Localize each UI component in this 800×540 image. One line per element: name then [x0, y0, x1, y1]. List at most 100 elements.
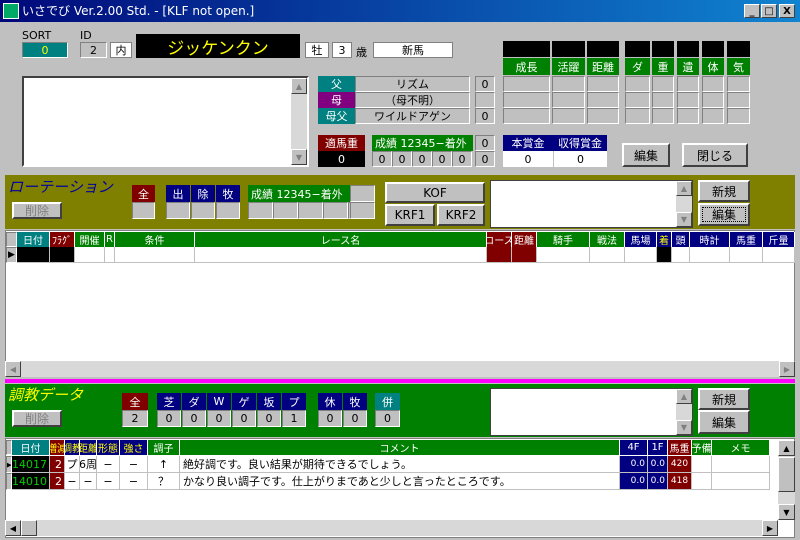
column-header[interactable]: 増減 [50, 440, 65, 455]
column-header[interactable]: 強さ [120, 440, 148, 455]
table-cell[interactable]: 14010 [12, 473, 50, 490]
table-cell[interactable] [537, 247, 590, 263]
training-hscrollbar[interactable]: ◀ ▶ [5, 520, 778, 536]
table-cell[interactable] [657, 247, 672, 263]
table-cell[interactable] [512, 247, 537, 263]
scroll-down-icon[interactable]: ▼ [676, 212, 692, 227]
table-cell[interactable] [712, 456, 770, 473]
table-cell[interactable] [625, 247, 657, 263]
scroll-down-icon[interactable]: ▼ [778, 504, 795, 520]
memo-textarea[interactable]: ▲ ▼ [22, 76, 309, 167]
table-cell[interactable]: − [120, 456, 148, 473]
column-header[interactable]: コース [487, 232, 512, 247]
scroll-left-icon[interactable]: ◀ [5, 361, 21, 377]
table-cell[interactable] [712, 473, 770, 490]
maximize-button[interactable]: □ [761, 4, 777, 18]
scroll-right-icon[interactable]: ▶ [779, 361, 795, 377]
sort-value[interactable]: 0 [22, 42, 68, 58]
table-cell[interactable]: 0.0 [648, 473, 668, 490]
column-header[interactable]: 騎手 [537, 232, 590, 247]
rotation-hscrollbar[interactable]: ◀ ▶ [5, 361, 795, 377]
minimize-button[interactable]: _ [744, 4, 760, 18]
table-cell[interactable]: 2 [50, 456, 65, 473]
table-cell[interactable] [690, 247, 730, 263]
table-cell[interactable] [763, 247, 795, 263]
table-cell[interactable] [115, 247, 195, 263]
column-header[interactable]: 着 [657, 232, 672, 247]
table-cell[interactable] [730, 247, 763, 263]
close-button[interactable]: X [779, 4, 795, 18]
column-header[interactable]: 馬場 [625, 232, 657, 247]
column-header[interactable]: 時計 [690, 232, 730, 247]
table-cell[interactable] [75, 247, 105, 263]
table-cell[interactable]: プ [65, 456, 80, 473]
table-cell[interactable]: かなり良い調子です。仕上がりまであと少しと言ったところです。 [180, 473, 620, 490]
training-all-label[interactable]: 全 [122, 393, 148, 410]
table-cell[interactable] [195, 247, 487, 263]
column-header[interactable]: 調子 [148, 440, 180, 455]
column-header[interactable]: ﾌﾗｸﾞ [50, 232, 75, 247]
scroll-down-icon[interactable]: ▼ [676, 420, 692, 435]
table-cell[interactable] [672, 247, 690, 263]
rotation-filter[interactable]: 牧 [216, 185, 240, 202]
table-cell[interactable] [50, 247, 75, 263]
table-cell[interactable] [590, 247, 625, 263]
rotation-memo[interactable]: ▲ ▼ [490, 180, 693, 228]
table-cell[interactable] [17, 247, 50, 263]
training-filter[interactable]: 休 [318, 393, 342, 410]
scroll-up-icon[interactable]: ▲ [291, 78, 307, 94]
training-filter[interactable]: ゲ [232, 393, 256, 410]
training-edit-button[interactable]: 編集 [698, 410, 750, 434]
rotation-filter[interactable]: 出 [166, 185, 190, 202]
column-header[interactable]: レース名 [195, 232, 487, 247]
table-cell[interactable]: ↑ [148, 456, 180, 473]
column-header[interactable]: 日付 [12, 440, 50, 455]
scroll-thumb[interactable] [778, 457, 795, 492]
column-header[interactable]: 馬重 [668, 440, 692, 455]
column-header[interactable]: 戦法 [590, 232, 625, 247]
rotation-all-label[interactable]: 全 [132, 185, 155, 202]
scroll-up-icon[interactable]: ▲ [676, 389, 692, 404]
scroll-left-icon[interactable]: ◀ [5, 520, 21, 536]
rotation-memo-scrollbar[interactable]: ▲ ▼ [676, 181, 692, 227]
column-header[interactable]: コメント [180, 440, 620, 455]
table-cell[interactable]: − [65, 473, 80, 490]
table-cell[interactable]: − [97, 456, 120, 473]
column-header[interactable]: 日付 [17, 232, 50, 247]
table-cell[interactable]: 14017 [12, 456, 50, 473]
krf2-button[interactable]: KRF2 [437, 204, 485, 226]
table-cell[interactable]: 絶好調です。良い結果が期待できるでしょう。 [180, 456, 620, 473]
scroll-up-icon[interactable]: ▲ [778, 440, 795, 456]
section-divider[interactable] [5, 379, 795, 383]
column-header[interactable]: 開催 [75, 232, 105, 247]
rotation-delete-button[interactable]: 削除 [12, 202, 62, 219]
column-header[interactable]: 形態 [97, 440, 120, 455]
training-memo-scrollbar[interactable]: ▲ ▼ [676, 389, 692, 435]
column-header[interactable]: 条件 [115, 232, 195, 247]
rotation-filter[interactable]: 除 [191, 185, 215, 202]
column-header[interactable]: メモ [712, 440, 770, 455]
training-filter[interactable]: ダ [182, 393, 206, 410]
table-cell[interactable]: − [97, 473, 120, 490]
column-header[interactable]: R [105, 232, 115, 247]
krf1-button[interactable]: KRF1 [385, 204, 435, 226]
horse-name[interactable]: ジッケンクン [136, 34, 300, 58]
training-memo[interactable]: ▲ ▼ [490, 388, 693, 436]
training-filter[interactable]: 併 [375, 393, 400, 410]
column-header[interactable]: 距離 [80, 440, 97, 455]
training-filter[interactable]: W [207, 393, 231, 410]
edit-button[interactable]: 編集 [622, 143, 670, 167]
table-cell[interactable] [487, 247, 512, 263]
column-header[interactable]: 斤量 [763, 232, 795, 247]
training-vscrollbar[interactable]: ▲ ▼ [778, 440, 795, 520]
table-cell[interactable]: 0.0 [620, 456, 648, 473]
table-cell[interactable]: 0.0 [648, 456, 668, 473]
memo-scrollbar[interactable]: ▲ ▼ [291, 78, 307, 165]
close-dialog-button[interactable]: 閉じる [682, 143, 748, 167]
table-cell[interactable]: 0.0 [620, 473, 648, 490]
scroll-up-icon[interactable]: ▲ [676, 181, 692, 196]
table-cell[interactable]: 418 [668, 473, 692, 490]
column-header[interactable]: 距離 [512, 232, 537, 247]
column-header[interactable]: 1F [648, 440, 668, 455]
table-cell[interactable]: − [80, 473, 97, 490]
